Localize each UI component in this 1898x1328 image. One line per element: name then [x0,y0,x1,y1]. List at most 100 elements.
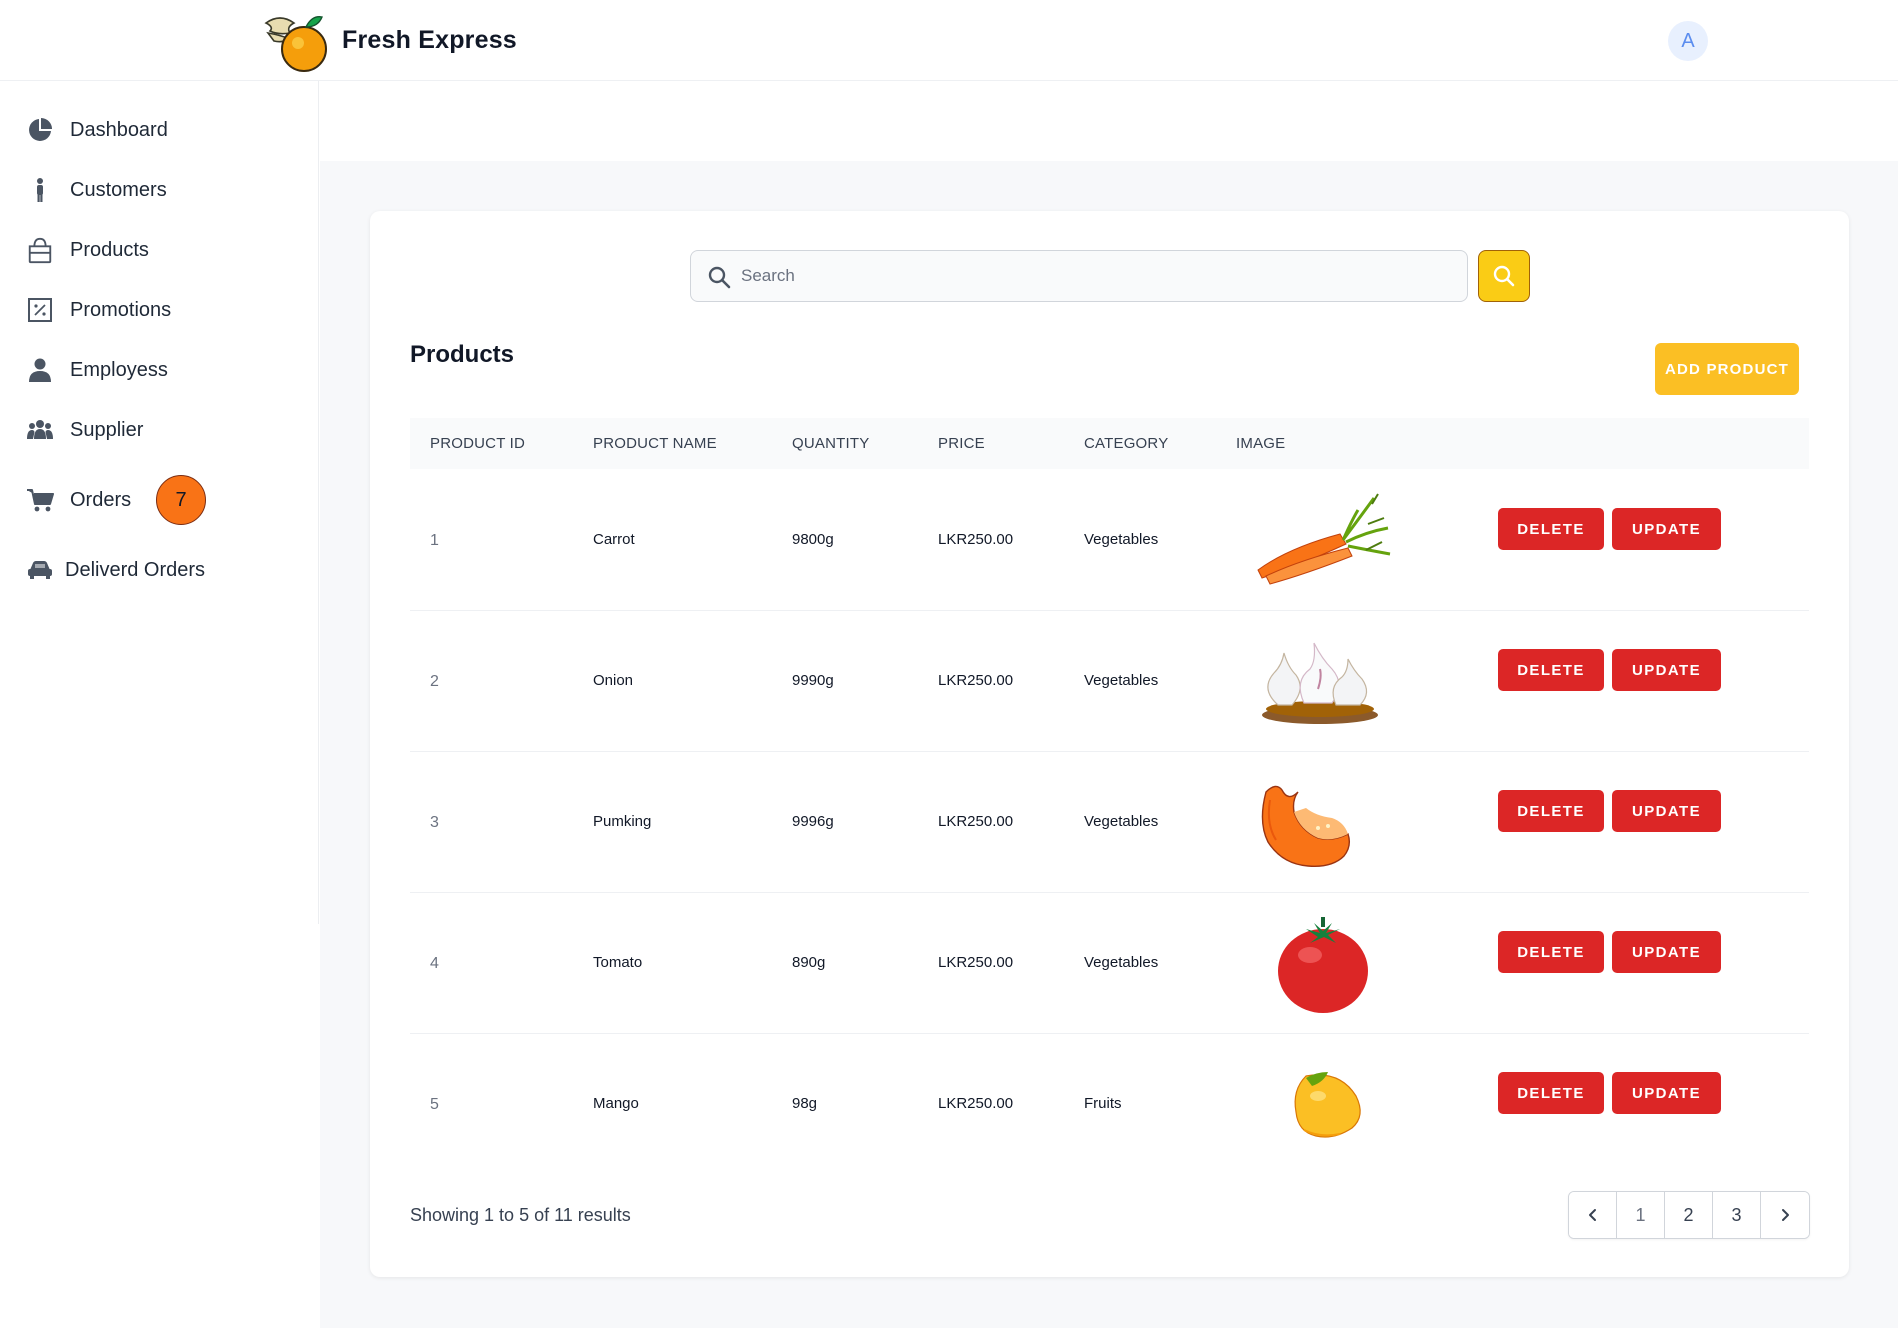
delete-button[interactable]: DELETE [1498,508,1604,550]
product-price: LKR250.00 [938,672,1014,689]
update-button[interactable]: UPDATE [1612,931,1721,973]
product-id: 1 [430,532,439,549]
percent-icon [26,296,54,324]
add-product-button[interactable]: ADD PRODUCT [1655,343,1799,395]
mango-image [1294,1072,1361,1138]
cart-icon [26,486,54,514]
product-category: Vegetables [1084,531,1159,548]
pie-chart-icon [26,116,54,144]
product-price: LKR250.00 [938,813,1014,830]
column-header-price: PRICE [938,435,985,452]
sidebar-item-promotions[interactable]: Promotions [0,285,319,335]
table-row: 2 Onion 9990g LKR250.00 Vegetables DELET… [410,611,1809,752]
sidebar-item-label: Deliverd Orders [65,558,206,581]
car-icon [26,556,54,584]
page-button-1[interactable]: 1 [1617,1192,1665,1238]
product-name: Mango [593,1095,639,1112]
search-icon [1493,265,1515,287]
product-quantity: 9990g [792,672,834,689]
column-header-image: IMAGE [1236,435,1286,452]
product-quantity: 890g [792,954,826,971]
search-input[interactable] [741,251,1451,301]
sidebar-item-employess[interactable]: Employess [0,345,319,395]
update-button[interactable]: UPDATE [1612,508,1721,550]
product-price: LKR250.00 [938,1095,1014,1112]
sidebar-item-supplier[interactable]: Supplier [0,405,319,455]
page-button-2[interactable]: 2 [1665,1192,1713,1238]
sidebar-bottom [0,924,319,1328]
search-bar [690,250,1468,302]
brand-name: Fresh Express [342,26,517,54]
delete-button[interactable]: DELETE [1498,1072,1604,1114]
product-name: Carrot [593,531,635,548]
product-id: 2 [430,673,439,690]
sidebar-item-label: Supplier [70,418,144,441]
table-row: 5 Mango 98g LKR250.00 Fruits DELETE UPDA… [410,1034,1809,1175]
sidebar-item-products[interactable]: Products [0,225,319,275]
chevron-left-icon [1588,1209,1596,1221]
products-card: Products ADD PRODUCT PRODUCT ID PRODUCT … [370,211,1849,1277]
delete-button[interactable]: DELETE [1498,649,1604,691]
next-page-button[interactable] [1761,1192,1809,1238]
results-summary: Showing 1 to 5 of 11 results [410,1205,631,1225]
update-button[interactable]: UPDATE [1612,649,1721,691]
product-price: LKR250.00 [938,954,1014,971]
sidebar-item-dashboard[interactable]: Dashboard [0,105,319,155]
orders-count-badge: 7 [156,475,206,525]
table-row: 1 Carrot 9800g LKR250.00 Vegetables DELE… [410,470,1809,611]
pumpkin-image [1261,785,1351,867]
sidebar-item-deliverd-orders[interactable]: Deliverd Orders [0,545,319,595]
product-name: Pumking [593,813,652,830]
logo-icon [264,15,327,72]
tomato-image [1278,917,1368,1013]
column-header-quantity: QUANTITY [792,435,870,452]
column-header-category: CATEGORY [1084,435,1169,452]
garlic-image [1262,642,1378,724]
person-standing-icon [26,176,54,204]
page-button-3[interactable]: 3 [1713,1192,1761,1238]
product-category: Vegetables [1084,672,1159,689]
update-button[interactable]: UPDATE [1612,790,1721,832]
carrot-image [1257,493,1391,585]
sidebar-item-orders[interactable]: Orders 7 [0,475,319,525]
product-price: LKR250.00 [938,531,1014,548]
product-category: Vegetables [1084,954,1159,971]
top-header: Fresh Express A [0,0,1898,81]
search-icon [708,266,731,289]
sidebar-item-label: Orders [70,488,132,511]
product-category: Vegetables [1084,813,1159,830]
column-header-product-id: PRODUCT ID [430,435,526,452]
delete-button[interactable]: DELETE [1498,790,1604,832]
avatar[interactable]: A [1668,21,1708,61]
table-row: 4 Tomato 890g LKR250.00 Vegetables DELET… [410,893,1809,1034]
sidebar-item-label: Dashboard [70,118,168,141]
previous-page-button[interactable] [1569,1192,1617,1238]
update-button[interactable]: UPDATE [1612,1072,1721,1114]
shopping-bag-icon [26,236,54,264]
table-header: PRODUCT ID PRODUCT NAME QUANTITY PRICE C… [410,418,1809,469]
sidebar-item-label: Promotions [70,298,172,321]
delete-button[interactable]: DELETE [1498,931,1604,973]
product-id: 5 [430,1096,439,1113]
product-quantity: 98g [792,1095,818,1112]
product-id: 4 [430,955,439,972]
sidebar: Dashboard Customers Products Promotions … [0,81,319,924]
sidebar-item-label: Products [70,238,149,261]
column-header-product-name: PRODUCT NAME [593,435,717,452]
sidebar-item-label: Employess [70,358,168,381]
brand[interactable]: Fresh Express [260,0,517,81]
chevron-right-icon [1782,1209,1789,1221]
users-group-icon [26,416,54,444]
pagination: 1 2 3 [1568,1191,1810,1239]
product-name: Onion [593,672,634,689]
product-quantity: 9996g [792,813,834,830]
sidebar-item-label: Customers [70,178,167,201]
product-category: Fruits [1084,1095,1122,1112]
sidebar-item-customers[interactable]: Customers [0,165,319,215]
table-row: 3 Pumking 9996g LKR250.00 Vegetables DEL… [410,752,1809,893]
search-button[interactable] [1478,250,1530,302]
product-quantity: 9800g [792,531,834,548]
user-icon [26,356,54,384]
product-name: Tomato [593,954,643,971]
product-id: 3 [430,814,439,831]
